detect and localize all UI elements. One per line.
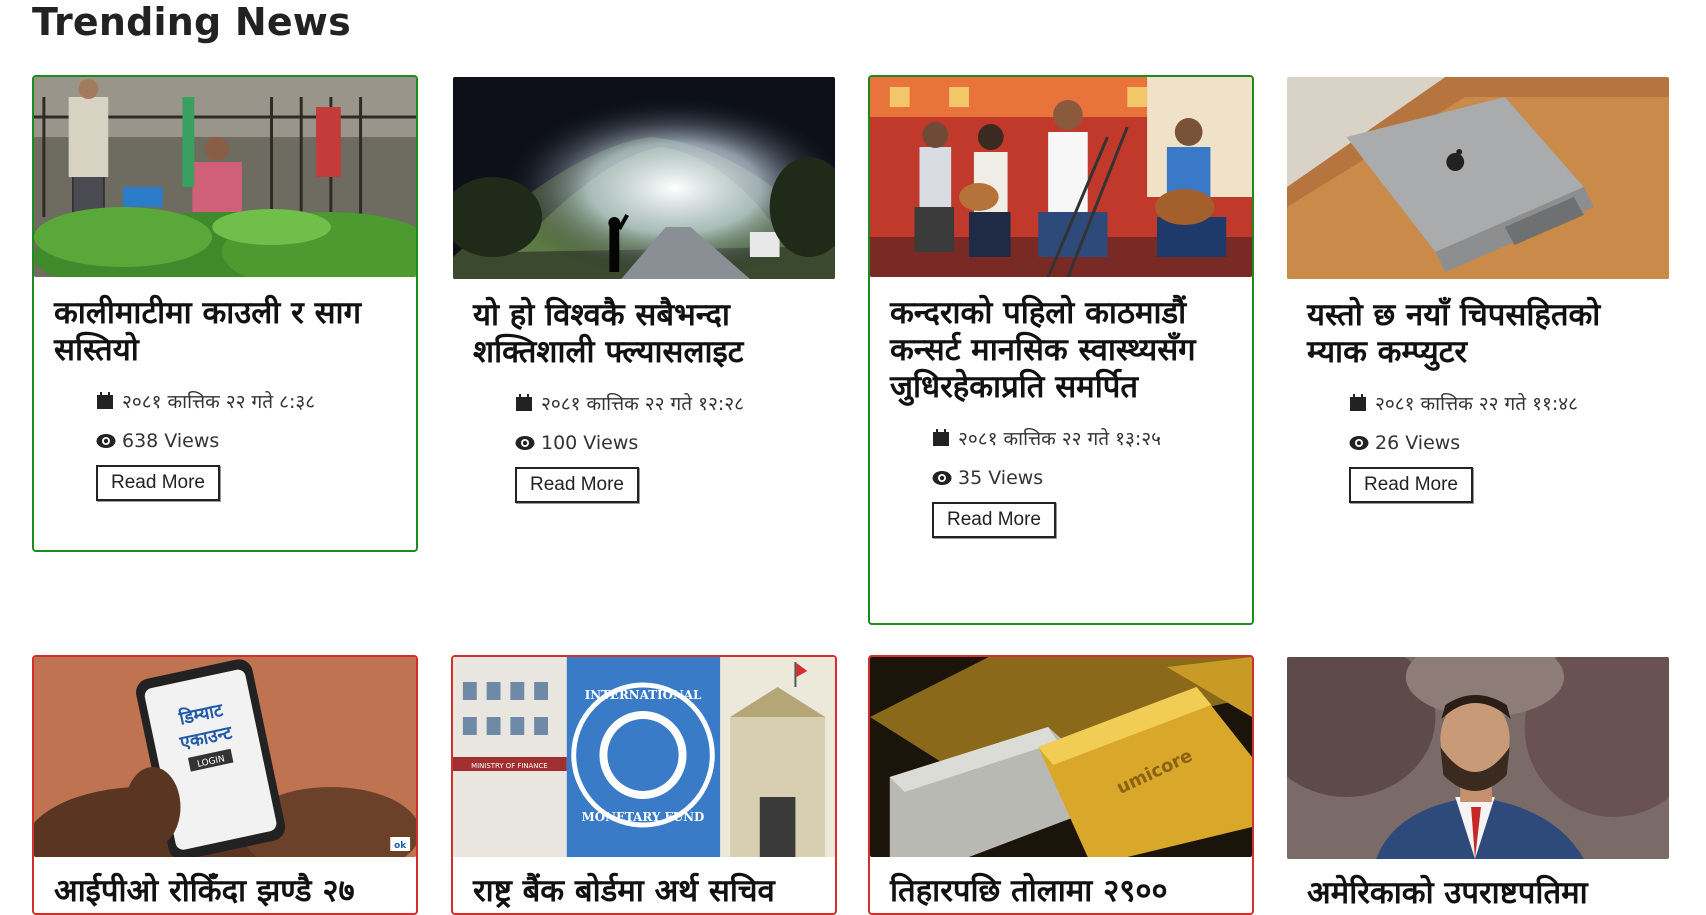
read-more-button[interactable]: Read More — [1349, 467, 1473, 503]
news-thumbnail[interactable] — [1287, 77, 1669, 279]
news-thumbnail[interactable]: umicore — [870, 657, 1252, 857]
news-views: 100 Views — [541, 432, 639, 454]
imf-logo-top: INTERNATIONAL — [585, 688, 702, 702]
eye-icon — [1349, 433, 1369, 453]
eye-icon — [96, 431, 116, 451]
read-more-button[interactable]: Read More — [932, 502, 1056, 538]
news-title[interactable]: आईपीओ रोकिँदा झण्डै २७ — [54, 873, 396, 910]
news-card[interactable]: umicore तिहारपछि तोलामा २९०० — [868, 655, 1254, 915]
news-date: २०८१ कात्तिक २२ गते १३:२५ — [958, 428, 1162, 450]
news-thumbnail[interactable] — [453, 77, 835, 279]
news-card[interactable]: यस्तो छ नयाँ चिपसहितको म्याक कम्प्युटर २… — [1285, 75, 1671, 545]
news-thumbnail[interactable]: डिम्याट एकाउन्ट LOGIN ok — [34, 657, 416, 857]
news-title[interactable]: यो हो विश्वकै सबैभन्दा शक्तिशाली फ्ल्यास… — [473, 297, 815, 371]
news-card[interactable]: डिम्याट एकाउन्ट LOGIN ok आईपीओ रोकिँदा झ… — [32, 655, 418, 915]
news-title[interactable]: यस्तो छ नयाँ चिपसहितको म्याक कम्प्युटर — [1307, 297, 1649, 371]
read-more-button[interactable]: Read More — [96, 465, 220, 501]
news-card[interactable]: MINISTRY OF FINANCE INTERNATIONAL MONETA… — [451, 655, 837, 915]
ministry-sign: MINISTRY OF FINANCE — [471, 762, 548, 770]
news-thumbnail[interactable]: MINISTRY OF FINANCE INTERNATIONAL MONETA… — [453, 657, 835, 857]
read-more-button[interactable]: Read More — [515, 467, 639, 503]
news-thumbnail[interactable] — [34, 77, 416, 277]
calendar-icon — [932, 428, 952, 448]
news-date: २०८१ कात्तिक २२ गते ८:३८ — [122, 391, 316, 413]
news-title[interactable]: कन्दराको पहिलो काठमाडौं कन्सर्ट मानसिक स… — [890, 295, 1232, 406]
calendar-icon — [515, 393, 535, 413]
news-card[interactable]: कालीमाटीमा काउली र साग सस्तियो २०८१ कात्… — [32, 75, 418, 552]
news-card[interactable]: अमेरिकाको उपराष्टपतिमा — [1285, 655, 1671, 915]
eye-icon — [515, 433, 535, 453]
news-date: २०८१ कात्तिक २२ गते १२:२८ — [541, 393, 745, 415]
calendar-icon — [1349, 393, 1369, 413]
news-views: 26 Views — [1375, 432, 1461, 454]
section-title: Trending News — [32, 0, 351, 44]
news-title[interactable]: कालीमाटीमा काउली र साग सस्तियो — [54, 295, 396, 369]
news-thumbnail[interactable] — [1287, 657, 1669, 859]
news-card[interactable]: कन्दराको पहिलो काठमाडौं कन्सर्ट मानसिक स… — [868, 75, 1254, 625]
eye-icon — [932, 468, 952, 488]
news-title[interactable]: अमेरिकाको उपराष्टपतिमा — [1307, 875, 1649, 912]
news-thumbnail[interactable] — [870, 77, 1252, 277]
news-title[interactable]: राष्ट्र बैंक बोर्डमा अर्थ सचिव — [473, 873, 815, 910]
publisher-badge: ok — [394, 841, 407, 851]
news-title[interactable]: तिहारपछि तोलामा २९०० — [890, 873, 1232, 910]
imf-logo-bottom: MONETARY FUND — [582, 810, 705, 824]
calendar-icon — [96, 391, 116, 411]
news-card[interactable]: यो हो विश्वकै सबैभन्दा शक्तिशाली फ्ल्यास… — [451, 75, 837, 545]
news-date: २०८१ कात्तिक २२ गते ११:४८ — [1375, 393, 1579, 415]
news-views: 638 Views — [122, 430, 220, 452]
news-views: 35 Views — [958, 467, 1044, 489]
